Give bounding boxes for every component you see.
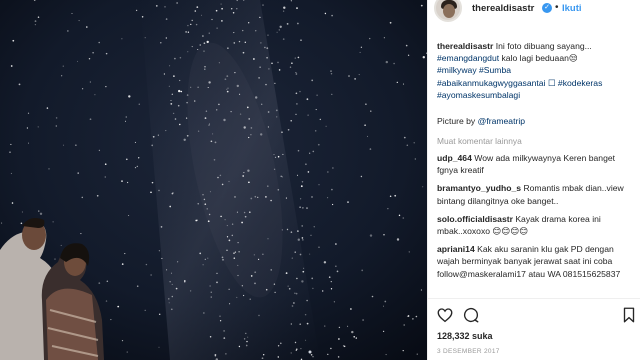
comment-item: bramantyo_yudho_s Romantis mbak dian..vi…: [437, 182, 637, 206]
heart-icon[interactable]: [436, 306, 454, 324]
comment-username[interactable]: bramantyo_yudho_s: [437, 183, 521, 193]
follow-button[interactable]: Ikuti: [562, 3, 582, 14]
caption-username[interactable]: therealdisastr: [437, 41, 493, 51]
comment-item: apriani14 Kak aku saranin klu gak PD den…: [437, 243, 637, 280]
verified-badge-icon: ✓: [542, 3, 552, 13]
hashtag-link[interactable]: #ayomaskesumbalagi: [437, 90, 520, 100]
comment-item: solo.officialdisastr Kayak drama korea i…: [437, 213, 637, 237]
milky-way-photo-graphic: [0, 0, 427, 360]
comment-username[interactable]: solo.officialdisastr: [437, 214, 513, 224]
post-side-panel: therealdisastr ✓ • Ikuti therealdisastr …: [427, 0, 640, 360]
caption-text: Ini foto dibuang sayang...: [495, 41, 592, 51]
like-count[interactable]: 128,332 suka: [437, 331, 493, 341]
bookmark-icon[interactable]: [620, 306, 638, 324]
post-date: 3 DESEMBER 2017: [437, 348, 500, 355]
hashtag-link[interactable]: #milkyway #Sumba: [437, 65, 511, 75]
load-more-comments-link[interactable]: Muat komentar lainnya: [437, 136, 522, 146]
photo-credit: Picture by @frameatrip: [437, 116, 525, 126]
comment-list: udp_464 Wow ada milkywaynya Keren banget…: [437, 152, 637, 286]
hashtag-link[interactable]: #abaikanmukagwyggasantai: [437, 78, 545, 88]
post-photo[interactable]: [0, 0, 427, 360]
comment-username[interactable]: apriani14: [437, 244, 475, 254]
avatar[interactable]: [434, 0, 462, 22]
hashtag-link[interactable]: #emangdangdut: [437, 53, 499, 63]
caption: therealdisastr Ini foto dibuang sayang..…: [437, 40, 637, 101]
post-username[interactable]: therealdisastr: [472, 3, 534, 14]
comment-bubble-icon[interactable]: [462, 306, 480, 324]
caption-text[interactable]: ☐ #kodekeras: [545, 78, 603, 88]
divider: [428, 298, 640, 299]
caption-text: kalo lagi beduaan😒: [499, 53, 578, 64]
credit-prefix: Picture by: [437, 116, 478, 126]
separator-dot: •: [555, 2, 559, 13]
action-bar: [436, 306, 636, 326]
comment-username[interactable]: udp_464: [437, 153, 472, 163]
comment-item: udp_464 Wow ada milkywaynya Keren banget…: [437, 152, 637, 176]
credit-handle-link[interactable]: @frameatrip: [478, 116, 525, 126]
post-header: therealdisastr ✓ • Ikuti: [428, 0, 640, 28]
